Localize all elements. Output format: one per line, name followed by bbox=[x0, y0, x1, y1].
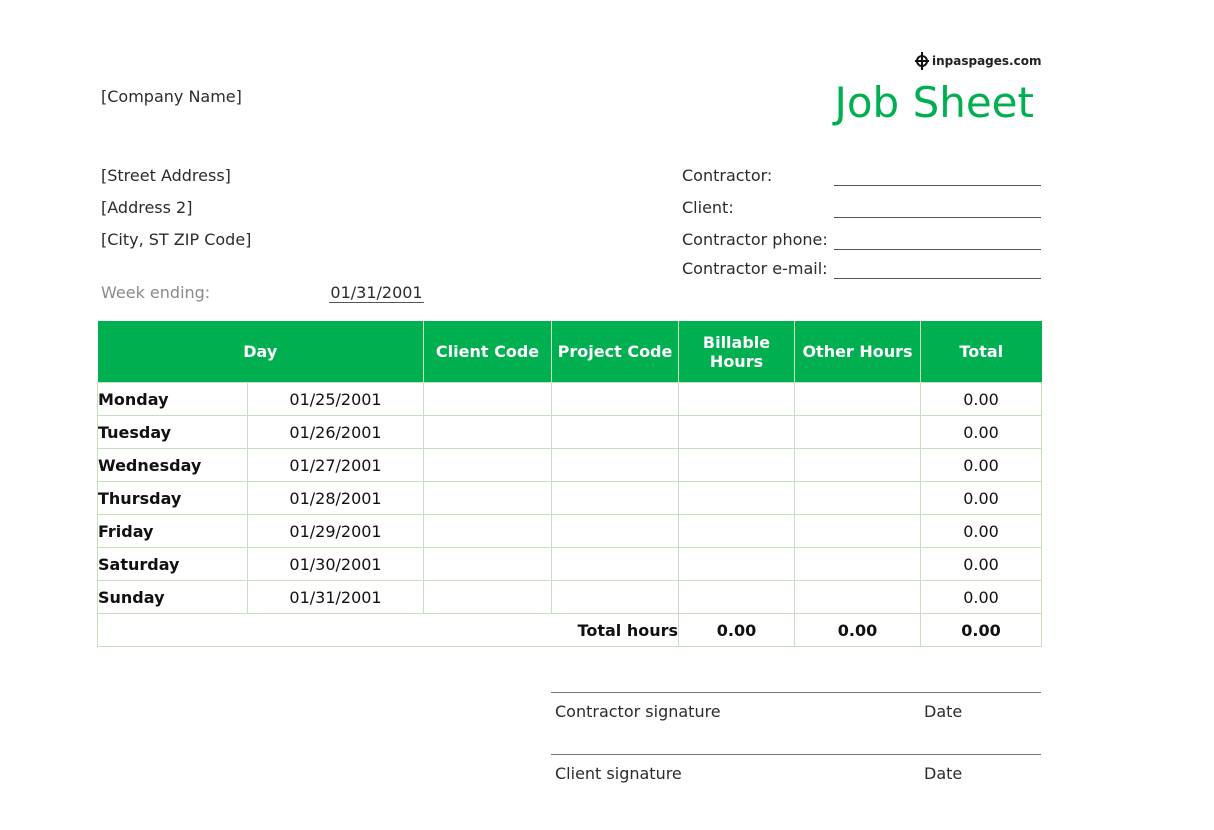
project-code-cell[interactable] bbox=[551, 580, 680, 614]
week-ending-label: Week ending: bbox=[101, 283, 211, 302]
other-hours-cell[interactable] bbox=[794, 580, 922, 614]
grand-total: 0.00 bbox=[920, 613, 1043, 647]
client-label: Client: bbox=[682, 198, 734, 217]
day-cell: Sunday bbox=[97, 580, 248, 614]
row-total-cell: 0.00 bbox=[920, 481, 1043, 515]
table-row: Saturday 01/30/2001 0.00 bbox=[97, 547, 1043, 581]
street-address[interactable]: [Street Address] bbox=[101, 166, 231, 185]
company-name[interactable]: [Company Name] bbox=[101, 87, 242, 106]
table-row: Wednesday 01/27/2001 0.00 bbox=[97, 448, 1043, 482]
date-cell[interactable]: 01/25/2001 bbox=[246, 382, 425, 416]
date-cell[interactable]: 01/28/2001 bbox=[246, 481, 425, 515]
header-client-code: Client Code bbox=[423, 321, 552, 383]
total-hours-label: Total hours bbox=[96, 613, 680, 647]
table-row: Sunday 01/31/2001 0.00 bbox=[97, 580, 1043, 614]
date-cell[interactable]: 01/29/2001 bbox=[246, 514, 425, 548]
client-signature-label: Client signature bbox=[555, 764, 682, 783]
date-cell[interactable]: 01/30/2001 bbox=[246, 547, 425, 581]
week-ending-value[interactable]: 01/31/2001 bbox=[329, 283, 424, 302]
other-hours-cell[interactable] bbox=[794, 481, 922, 515]
contractor-phone-label: Contractor phone: bbox=[682, 230, 828, 249]
date-cell[interactable]: 01/26/2001 bbox=[246, 415, 425, 449]
client-code-cell[interactable] bbox=[423, 415, 553, 449]
total-other-hours: 0.00 bbox=[794, 613, 922, 647]
billable-hours-cell[interactable] bbox=[678, 481, 796, 515]
hours-table: Day Client Code Project Code Billable Ho… bbox=[96, 321, 1043, 647]
project-code-cell[interactable] bbox=[551, 481, 680, 515]
project-code-cell[interactable] bbox=[551, 382, 680, 416]
totals-row: Total hours 0.00 0.00 0.00 bbox=[96, 613, 1043, 647]
contractor-underline bbox=[834, 185, 1041, 186]
client-signature-date-label: Date bbox=[924, 764, 963, 783]
contractor-label: Contractor: bbox=[682, 166, 773, 185]
day-cell: Saturday bbox=[97, 547, 248, 581]
project-code-cell[interactable] bbox=[551, 448, 680, 482]
contractor-email-label: Contractor e-mail: bbox=[682, 259, 828, 278]
day-cell: Wednesday bbox=[97, 448, 248, 482]
contractor-phone-underline bbox=[834, 249, 1041, 250]
address-2[interactable]: [Address 2] bbox=[101, 198, 192, 217]
client-code-cell[interactable] bbox=[423, 448, 553, 482]
contractor-signature-label: Contractor signature bbox=[555, 702, 721, 721]
document-title: Job Sheet bbox=[834, 78, 1034, 127]
table-row: Thursday 01/28/2001 0.00 bbox=[97, 481, 1043, 515]
billable-hours-cell[interactable] bbox=[678, 382, 796, 416]
client-code-cell[interactable] bbox=[423, 382, 553, 416]
client-code-cell[interactable] bbox=[423, 547, 553, 581]
crosshair-logo-icon bbox=[913, 52, 931, 70]
week-ending-underline bbox=[329, 302, 424, 303]
billable-hours-cell[interactable] bbox=[678, 547, 796, 581]
client-signature-line[interactable] bbox=[551, 754, 1041, 755]
date-cell[interactable]: 01/27/2001 bbox=[246, 448, 425, 482]
table-row: Friday 01/29/2001 0.00 bbox=[97, 514, 1043, 548]
header-billable-hours: Billable Hours bbox=[678, 321, 795, 383]
logo-text: inpaspages.com bbox=[932, 54, 1042, 68]
row-total-cell: 0.00 bbox=[920, 415, 1043, 449]
billable-hours-cell[interactable] bbox=[678, 415, 796, 449]
header-day: Day bbox=[97, 321, 424, 383]
other-hours-cell[interactable] bbox=[794, 415, 922, 449]
city-state-zip[interactable]: [City, ST ZIP Code] bbox=[101, 230, 251, 249]
client-code-cell[interactable] bbox=[423, 580, 553, 614]
contractor-email-underline bbox=[834, 278, 1041, 279]
table-row: Tuesday 01/26/2001 0.00 bbox=[97, 415, 1043, 449]
row-total-cell: 0.00 bbox=[920, 382, 1043, 416]
client-underline bbox=[834, 217, 1041, 218]
day-cell: Thursday bbox=[97, 481, 248, 515]
date-cell[interactable]: 01/31/2001 bbox=[246, 580, 425, 614]
total-billable-hours: 0.00 bbox=[678, 613, 796, 647]
header-other-hours: Other Hours bbox=[794, 321, 921, 383]
other-hours-cell[interactable] bbox=[794, 382, 922, 416]
billable-hours-cell[interactable] bbox=[678, 514, 796, 548]
billable-hours-cell[interactable] bbox=[678, 448, 796, 482]
day-cell: Monday bbox=[97, 382, 248, 416]
day-cell: Tuesday bbox=[97, 415, 248, 449]
contractor-signature-date-label: Date bbox=[924, 702, 963, 721]
brand-logo: inpaspages.com bbox=[913, 50, 1041, 72]
other-hours-cell[interactable] bbox=[794, 448, 922, 482]
row-total-cell: 0.00 bbox=[920, 580, 1043, 614]
billable-hours-cell[interactable] bbox=[678, 580, 796, 614]
project-code-cell[interactable] bbox=[551, 547, 680, 581]
row-total-cell: 0.00 bbox=[920, 514, 1043, 548]
header-total: Total bbox=[920, 321, 1042, 383]
table-header-row: Day Client Code Project Code Billable Ho… bbox=[97, 321, 1042, 383]
other-hours-cell[interactable] bbox=[794, 547, 922, 581]
header-project-code: Project Code bbox=[551, 321, 679, 383]
client-code-cell[interactable] bbox=[423, 481, 553, 515]
day-cell: Friday bbox=[97, 514, 248, 548]
other-hours-cell[interactable] bbox=[794, 514, 922, 548]
table-row: Monday 01/25/2001 0.00 bbox=[97, 382, 1043, 416]
contractor-signature-line[interactable] bbox=[551, 692, 1041, 693]
row-total-cell: 0.00 bbox=[920, 547, 1043, 581]
client-code-cell[interactable] bbox=[423, 514, 553, 548]
project-code-cell[interactable] bbox=[551, 514, 680, 548]
project-code-cell[interactable] bbox=[551, 415, 680, 449]
row-total-cell: 0.00 bbox=[920, 448, 1043, 482]
